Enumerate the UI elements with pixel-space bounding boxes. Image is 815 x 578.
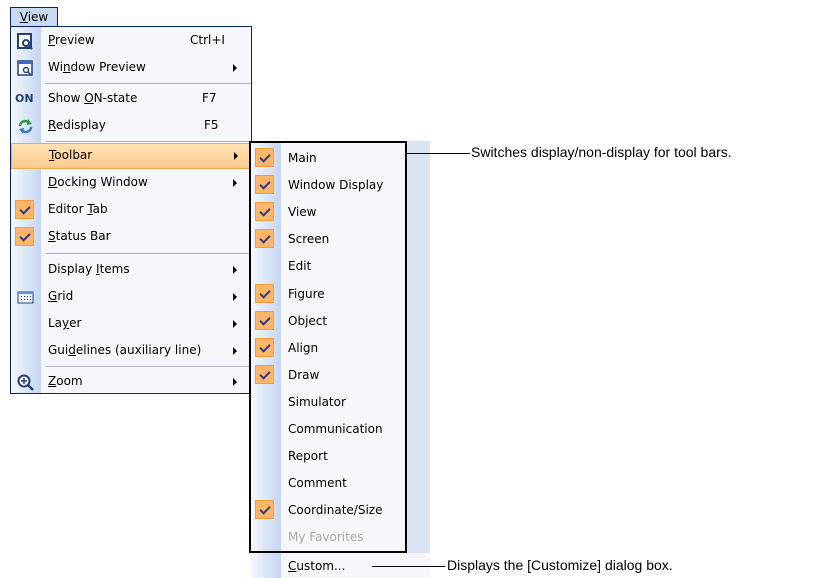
submenu-arrow-icon [233,64,237,72]
menu-item-label: Display Items [48,262,130,276]
menu-item-label: Grid [48,289,74,303]
menu-item-label: Redisplay [48,118,106,132]
menu-separator [46,83,251,84]
menu-item-label: Show ON-state [48,91,138,105]
menu-separator [46,141,251,142]
annotation-toolbars: Switches display/non-display for tool ba… [471,144,732,160]
menu-item-preview[interactable]: Preview Ctrl+I [11,28,251,54]
menu-item-label: Status Bar [48,229,111,243]
menu-item-redisplay[interactable]: Redisplay F5 [11,113,251,139]
menu-item-docking-window[interactable]: Docking Window [11,170,251,196]
menu-item-label: Preview [48,33,95,47]
menu-item-label: Docking Window [48,175,148,189]
menu-item-display-items[interactable]: Display Items [11,257,251,283]
menu-separator [46,253,251,254]
view-mnemonic: V [19,10,28,24]
menu-item-guidelines[interactable]: Guidelines (auxiliary line) [11,338,251,364]
check-icon [15,200,34,219]
submenu-arrow-icon [233,179,237,187]
menu-item-editor-tab[interactable]: Editor Tab [11,197,251,223]
window-preview-icon [16,59,35,78]
menu-item-window-preview[interactable]: Window Preview [11,55,251,81]
preview-icon [16,32,35,51]
view-menu-title[interactable]: View [10,7,58,26]
menu-item-label: Layer [48,316,82,330]
menu-item-zoom[interactable]: Zoom [11,369,251,393]
menu-item-toolbar[interactable]: Toolbar [11,143,251,169]
menu-item-custom[interactable]: Custom... [288,559,345,573]
shortcut-label: Ctrl+I [190,33,225,47]
menu-item-layer[interactable]: Layer [11,311,251,337]
on-state-icon: ON [15,92,34,105]
submenu-arrow-icon [234,152,238,160]
menu-item-label: Zoom [48,374,83,388]
submenu-arrow-icon [233,266,237,274]
shortcut-label: F7 [202,91,217,105]
submenu-arrow-icon [233,293,237,301]
menu-item-label: Window Preview [48,60,146,74]
menu-item-label: Editor Tab [48,202,108,216]
submenu-arrow-icon [233,347,237,355]
grid-icon [16,288,35,307]
submenu-frame [249,141,407,553]
submenu-arrow-icon [233,320,237,328]
zoom-icon [16,373,35,392]
shortcut-label: F5 [204,118,219,132]
menu-item-label: Toolbar [49,148,93,162]
menu-item-label: Guidelines (auxiliary line) [48,343,202,357]
submenu-shadow [407,141,430,578]
check-icon [15,227,34,246]
redisplay-icon [16,117,35,136]
callout-line [372,566,445,567]
menu-item-show-on-state[interactable]: ON Show ON-state F7 [11,86,251,112]
menu-separator [46,366,251,367]
annotation-customize: Displays the [Customize] dialog box. [447,557,673,573]
menu-item-status-bar[interactable]: Status Bar [11,224,251,250]
view-menu: Preview Ctrl+I Window Preview ON Show ON… [10,26,252,394]
submenu-arrow-icon [233,378,237,386]
menu-item-grid[interactable]: Grid [11,284,251,310]
callout-line [407,153,470,154]
submenu-gutter [251,553,281,578]
view-title-rest: iew [27,10,49,24]
